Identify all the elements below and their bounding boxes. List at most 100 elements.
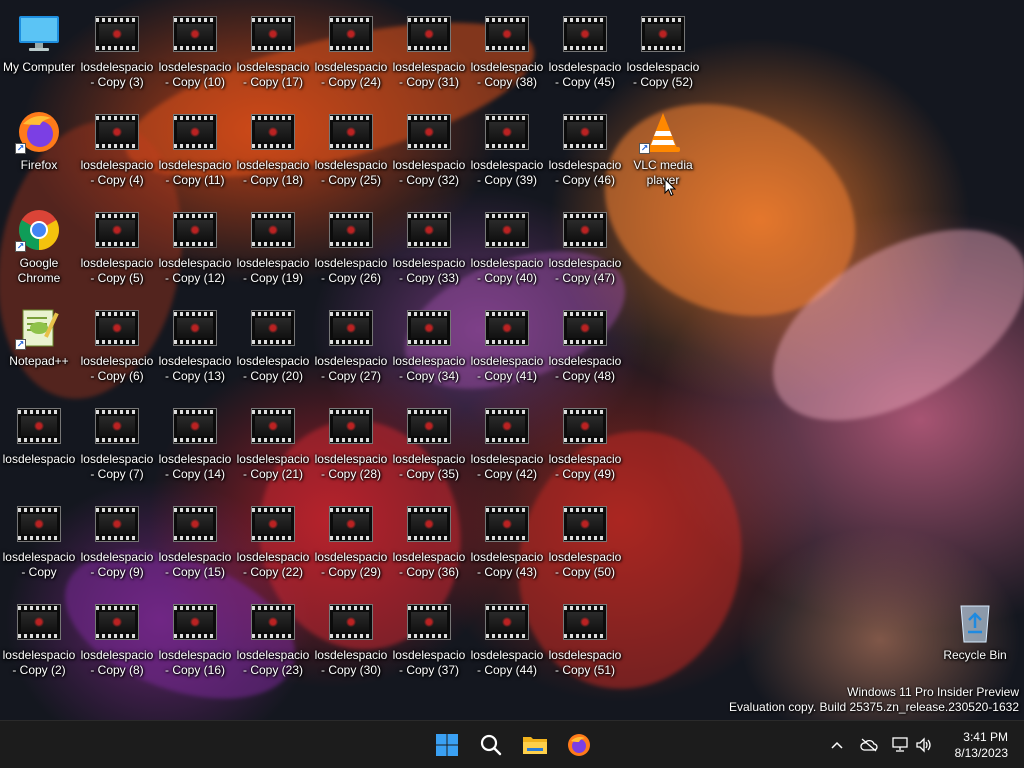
desktop-icon-losdelespacio-copy-24[interactable]: losdelespacio - Copy (24) [312,4,390,100]
desktop-icon-recycle-bin[interactable]: Recycle Bin [936,592,1014,688]
watermark-line-2: Evaluation copy. Build 25375.zn_release.… [729,700,1019,714]
desktop-icon-losdelespacio-copy-45[interactable]: losdelespacio - Copy (45) [546,4,624,100]
start-button[interactable] [427,725,467,765]
desktop-icon-losdelespacio-copy-50[interactable]: losdelespacio - Copy (50) [546,494,624,590]
desktop-icon-losdelespacio-copy-34[interactable]: losdelespacio - Copy (34) [390,298,468,394]
desktop-icon-losdelespacio-copy-43[interactable]: losdelespacio - Copy (43) [468,494,546,590]
desktop-icon-label: losdelespacio - Copy (41) [470,354,544,383]
desktop-icon-losdelespacio-copy-27[interactable]: losdelespacio - Copy (27) [312,298,390,394]
video-file-icon [327,10,375,58]
desktop-icon-label: losdelespacio - Copy (22) [236,550,310,579]
desktop-icon-losdelespacio-copy-38[interactable]: losdelespacio - Copy (38) [468,4,546,100]
desktop-icon-losdelespacio-copy-31[interactable]: losdelespacio - Copy (31) [390,4,468,100]
desktop-icon-losdelespacio-copy-3[interactable]: losdelespacio - Copy (3) [78,4,156,100]
desktop-icon-losdelespacio-copy-11[interactable]: losdelespacio - Copy (11) [156,102,234,198]
desktop-icon-losdelespacio-copy-5[interactable]: losdelespacio - Copy (5) [78,200,156,296]
desktop-icon-label: losdelespacio - Copy (51) [548,648,622,677]
desktop-icon-losdelespacio-copy-13[interactable]: losdelespacio - Copy (13) [156,298,234,394]
file-explorer-button[interactable] [515,725,555,765]
desktop-icon-vlc-media-player[interactable]: ↗ VLC media player [624,102,702,198]
desktop-icon-losdelespacio-copy-8[interactable]: losdelespacio - Copy (8) [78,592,156,688]
desktop-icon-losdelespacio-copy-2[interactable]: losdelespacio - Copy (2) [0,592,78,688]
desktop-icon-losdelespacio-copy-33[interactable]: losdelespacio - Copy (33) [390,200,468,296]
video-file-icon [405,10,453,58]
desktop-icon-losdelespacio-copy-28[interactable]: losdelespacio - Copy (28) [312,396,390,492]
desktop-icon-losdelespacio-copy-30[interactable]: losdelespacio - Copy (30) [312,592,390,688]
video-file-icon [561,304,609,352]
desktop-icon-losdelespacio-copy-25[interactable]: losdelespacio - Copy (25) [312,102,390,198]
video-file-icon [93,304,141,352]
desktop-icon-losdelespacio-copy-6[interactable]: losdelespacio - Copy (6) [78,298,156,394]
desktop-icon-losdelespacio-copy-10[interactable]: losdelespacio - Copy (10) [156,4,234,100]
desktop-icon-losdelespacio-copy-51[interactable]: losdelespacio - Copy (51) [546,592,624,688]
firefox-taskbar-button[interactable] [559,725,599,765]
desktop-icon-losdelespacio-copy-41[interactable]: losdelespacio - Copy (41) [468,298,546,394]
video-file-icon [327,108,375,156]
desktop-icon-losdelespacio-copy-20[interactable]: losdelespacio - Copy (20) [234,298,312,394]
desktop-icon-label: losdelespacio - Copy (28) [314,452,388,481]
network-tray-icon[interactable] [889,733,911,757]
shortcut-arrow-icon: ↗ [15,241,26,252]
desktop-icon-losdelespacio-copy-35[interactable]: losdelespacio - Copy (35) [390,396,468,492]
desktop-icon-label: losdelespacio - Copy (27) [314,354,388,383]
video-file-icon [483,500,531,548]
desktop-icon-losdelespacio-copy-19[interactable]: losdelespacio - Copy (19) [234,200,312,296]
video-file-icon [171,402,219,450]
desktop-icon-losdelespacio-copy-16[interactable]: losdelespacio - Copy (16) [156,592,234,688]
desktop-icon-losdelespacio-copy-46[interactable]: losdelespacio - Copy (46) [546,102,624,198]
desktop-icon-my-computer[interactable]: My Computer [0,4,78,100]
desktop-icon-losdelespacio-copy-14[interactable]: losdelespacio - Copy (14) [156,396,234,492]
desktop-icon-losdelespacio-copy-22[interactable]: losdelespacio - Copy (22) [234,494,312,590]
desktop-icon-label: losdelespacio - Copy [2,550,76,579]
desktop-icon-losdelespacio-copy-49[interactable]: losdelespacio - Copy (49) [546,396,624,492]
desktop-icon-label: losdelespacio - Copy (52) [626,60,700,89]
desktop-icon-firefox[interactable]: ↗ Firefox [0,102,78,198]
video-file-icon [561,10,609,58]
desktop-icon-losdelespacio-copy-4[interactable]: losdelespacio - Copy (4) [78,102,156,198]
desktop-icon-losdelespacio-copy-42[interactable]: losdelespacio - Copy (42) [468,396,546,492]
desktop-icon-losdelespacio-copy-26[interactable]: losdelespacio - Copy (26) [312,200,390,296]
desktop-icon-losdelespacio-copy-39[interactable]: losdelespacio - Copy (39) [468,102,546,198]
volume-tray-icon[interactable] [913,733,935,757]
desktop-icon-losdelespacio-copy-52[interactable]: losdelespacio - Copy (52) [624,4,702,100]
desktop-icon-losdelespacio-copy-40[interactable]: losdelespacio - Copy (40) [468,200,546,296]
desktop-icon-losdelespacio-copy-37[interactable]: losdelespacio - Copy (37) [390,592,468,688]
video-file-icon [327,206,375,254]
taskbar-clock[interactable]: 3:41 PM 8/13/2023 [955,729,1008,761]
desktop-icon-label: losdelespacio - Copy (23) [236,648,310,677]
search-button[interactable] [471,725,511,765]
clock-date: 8/13/2023 [954,746,1008,760]
onedrive-tray-icon[interactable] [858,733,880,757]
desktop-icon-losdelespacio-copy-15[interactable]: losdelespacio - Copy (15) [156,494,234,590]
desktop-icon-losdelespacio-copy-47[interactable]: losdelespacio - Copy (47) [546,200,624,296]
desktop-icon-losdelespacio[interactable]: losdelespacio [0,396,78,492]
desktop-icon-losdelespacio-copy-12[interactable]: losdelespacio - Copy (12) [156,200,234,296]
desktop-icon-losdelespacio-copy-17[interactable]: losdelespacio - Copy (17) [234,4,312,100]
desktop-icon-label: losdelespacio - Copy (47) [548,256,622,285]
desktop-icon-losdelespacio-copy-7[interactable]: losdelespacio - Copy (7) [78,396,156,492]
desktop[interactable]: My Computer ↗ Firefox ↗ Google Chrome ↗ Notepa… [0,0,1024,720]
desktop-icon-label: losdelespacio - Copy (2) [2,648,76,677]
mouse-cursor-icon [664,178,676,197]
desktop-icon-losdelespacio-copy-48[interactable]: losdelespacio - Copy (48) [546,298,624,394]
computer-icon [15,10,63,58]
desktop-icon-losdelespacio-copy-18[interactable]: losdelespacio - Copy (18) [234,102,312,198]
shortcut-arrow-icon: ↗ [15,339,26,350]
desktop-icon-losdelespacio-copy-9[interactable]: losdelespacio - Copy (9) [78,494,156,590]
desktop-icon-notepad[interactable]: ↗ Notepad++ [0,298,78,394]
desktop-icon-label: losdelespacio - Copy (18) [236,158,310,187]
network-icon [892,737,908,752]
desktop-icon-losdelespacio-copy-32[interactable]: losdelespacio - Copy (32) [390,102,468,198]
desktop-icon-label: losdelespacio - Copy (26) [314,256,388,285]
desktop-icon-losdelespacio-copy-23[interactable]: losdelespacio - Copy (23) [234,592,312,688]
desktop-icon-losdelespacio-copy-29[interactable]: losdelespacio - Copy (29) [312,494,390,590]
desktop-icon-google-chrome[interactable]: ↗ Google Chrome [0,200,78,296]
desktop-icon-losdelespacio-copy-36[interactable]: losdelespacio - Copy (36) [390,494,468,590]
desktop-icon-losdelespacio-copy-44[interactable]: losdelespacio - Copy (44) [468,592,546,688]
video-file-icon [561,402,609,450]
shortcut-arrow-icon: ↗ [15,143,26,154]
desktop-icon-label: losdelespacio - Copy (9) [80,550,154,579]
desktop-icon-losdelespacio-copy-21[interactable]: losdelespacio - Copy (21) [234,396,312,492]
show-hidden-icons-button[interactable] [826,733,848,757]
desktop-icon-losdelespacio-copy[interactable]: losdelespacio - Copy [0,494,78,590]
